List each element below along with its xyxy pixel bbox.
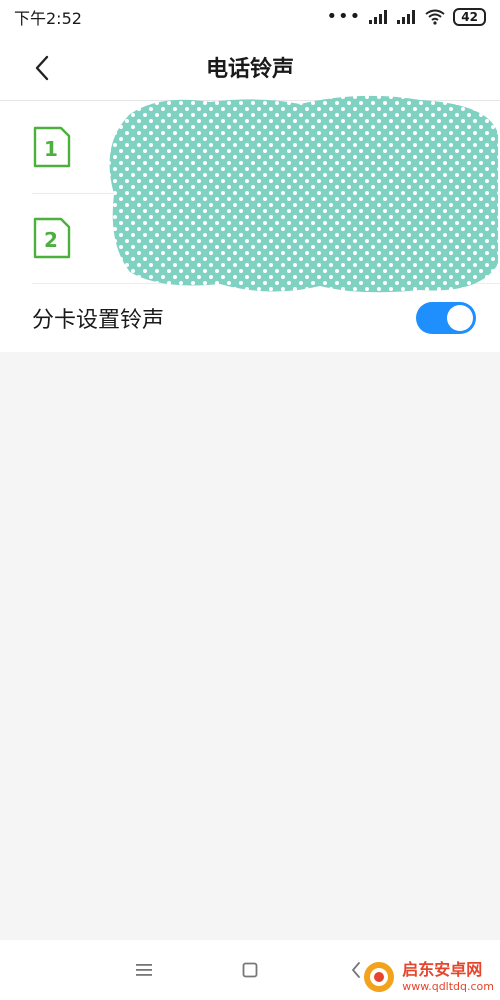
battery-indicator: 42 xyxy=(453,8,486,26)
page-title: 电话铃声 xyxy=(205,57,294,82)
back-button[interactable] xyxy=(22,48,62,88)
square-home-icon xyxy=(242,962,258,978)
wifi-icon xyxy=(425,9,445,25)
watermark-name: 启东安卓网 xyxy=(402,960,483,979)
status-time: 下午2:52 xyxy=(14,9,82,28)
chevron-left-icon xyxy=(35,55,49,81)
notification-dots-icon: ••• xyxy=(326,6,362,27)
signal-icon-2 xyxy=(397,10,416,24)
toggle-knob xyxy=(447,305,473,331)
redaction-overlay xyxy=(109,95,498,293)
watermark-url: www.qdltdq.com xyxy=(402,980,494,993)
menu-icon xyxy=(136,964,152,976)
menu-button[interactable] xyxy=(127,953,161,987)
status-icons: ••• 42 xyxy=(326,8,486,26)
split-ringtone-toggle[interactable] xyxy=(416,302,476,334)
app-bar: 电话铃声 xyxy=(0,34,500,100)
sim-card-1-icon: 1 xyxy=(33,126,71,168)
split-ringtone-label: 分卡设置铃声 xyxy=(32,308,165,333)
signal-icon xyxy=(369,10,388,24)
chevron-left-icon xyxy=(352,962,360,978)
home-button[interactable] xyxy=(233,953,267,987)
watermark: 启东安卓网 www.qdltdq.com xyxy=(362,960,494,994)
watermark-logo-icon xyxy=(364,962,395,992)
sim-card-1-number: 1 xyxy=(44,137,58,161)
watermark-text: 启东安卓网 www.qdltdq.com xyxy=(402,960,494,993)
sim-card-2-number: 2 xyxy=(44,228,58,252)
sim-card-2-icon: 2 xyxy=(33,217,71,259)
status-bar: 下午2:52 ••• 42 xyxy=(0,0,500,34)
